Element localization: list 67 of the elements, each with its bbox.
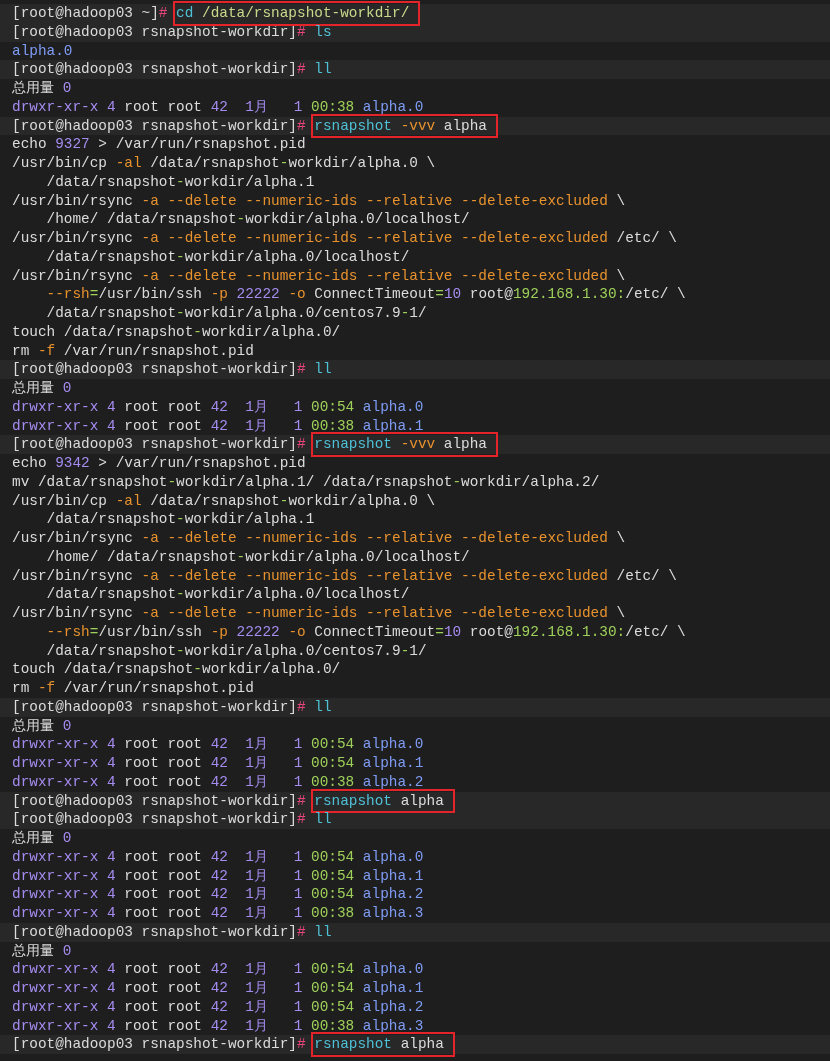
output-line: drwxr-xr-x 4 root root 42 1月 1 00:54 alpha.1 xyxy=(12,867,424,885)
prompt-text: [root@hadoop03 rsnapshot-workdir]# xyxy=(12,1035,306,1054)
output-line: drwxr-xr-x 4 root root 42 1月 1 00:38 alpha.0 xyxy=(12,98,424,117)
output-line: /data/rsnapshot-workdir/alpha.0/centos7.9-1/ xyxy=(45,304,427,323)
output-line: --rsh=/usr/bin/ssh -p 22222 -o ConnectTimeout=10 root@192.168.1.30:/etc/ \ xyxy=(45,285,686,304)
output-line: drwxr-xr-x 4 root root 42 1月 1 00:38 alpha.3 xyxy=(12,1017,424,1035)
output-line: drwxr-xr-x 4 root root 42 1月 1 00:54 alpha.2 xyxy=(12,885,424,904)
output-line: --rsh=/usr/bin/ssh -p 22222 -o ConnectTimeout=10 root@192.168.1.30:/etc/ \ xyxy=(45,623,686,642)
output-line: /usr/bin/rsync -a --delete --numeric-ids --relative --delete-excluded \ xyxy=(12,529,626,548)
output-line: /usr/bin/rsync -a --delete --numeric-ids --relative --delete-excluded /etc/ \ xyxy=(12,229,677,248)
output-line: 总用量 0 xyxy=(12,717,72,735)
output-line: /usr/bin/rsync -a --delete --numeric-ids --relative --delete-excluded \ xyxy=(12,604,626,623)
output-line: touch /data/rsnapshot-workdir/alpha.0/ xyxy=(12,323,341,342)
command-text: ll xyxy=(314,810,332,829)
prompt-text: [root@hadoop03 rsnapshot-workdir]# xyxy=(12,698,306,717)
command-text: rsnapshot alpha xyxy=(314,1035,452,1054)
prompt-text: [root@hadoop03 rsnapshot-workdir]# xyxy=(12,60,306,79)
command-text: rsnapshot -vvv alpha xyxy=(314,117,495,135)
output-line: alpha.0 xyxy=(12,42,73,60)
command-text: cd /data/rsnapshot-workdir/ xyxy=(176,4,418,23)
output-line: drwxr-xr-x 4 root root 42 1月 1 00:54 alpha.1 xyxy=(12,754,424,773)
output-line: /data/rsnapshot-workdir/alpha.0/localhost/ xyxy=(45,248,410,267)
output-line: touch /data/rsnapshot-workdir/alpha.0/ xyxy=(12,660,341,679)
command-text: rsnapshot alpha xyxy=(314,792,452,810)
output-line: /home/ /data/rsnapshot-workdir/alpha.0/localhost/ xyxy=(45,210,470,229)
output-line: /data/rsnapshot-workdir/alpha.0/centos7.9-1/ xyxy=(45,642,427,660)
output-line: drwxr-xr-x 4 root root 42 1月 1 00:54 alpha.0 xyxy=(12,398,424,417)
output-line: /usr/bin/rsync -a --delete --numeric-ids --relative --delete-excluded \ xyxy=(12,192,626,210)
output-line: /data/rsnapshot-workdir/alpha.1 xyxy=(45,173,315,192)
output-line: /data/rsnapshot-workdir/alpha.1 xyxy=(45,510,315,529)
prompt-text: [root@hadoop03 rsnapshot-workdir]# xyxy=(12,435,306,454)
output-line: drwxr-xr-x 4 root root 42 1月 1 00:54 alpha.2 xyxy=(12,998,424,1017)
output-line: drwxr-xr-x 4 root root 42 1月 1 00:54 alpha.1 xyxy=(12,979,424,998)
output-line: 总用量 0 xyxy=(12,79,72,98)
output-line: rm -f /var/run/rsnapshot.pid xyxy=(12,342,254,360)
output-line: drwxr-xr-x 4 root root 42 1月 1 00:54 alpha.0 xyxy=(12,735,424,754)
output-line: drwxr-xr-x 4 root root 42 1月 1 00:38 alpha.1 xyxy=(12,417,424,435)
output-line: drwxr-xr-x 4 root root 42 1月 1 00:54 alpha.0 xyxy=(12,960,424,979)
command-text: ll xyxy=(314,360,332,379)
output-line: drwxr-xr-x 4 root root 42 1月 1 00:38 alpha.3 xyxy=(12,904,424,923)
prompt-text: [root@hadoop03 rsnapshot-workdir]# xyxy=(12,923,306,942)
output-line: rm -f /var/run/rsnapshot.pid xyxy=(12,679,254,698)
output-line: /home/ /data/rsnapshot-workdir/alpha.0/localhost/ xyxy=(45,548,470,567)
output-line: /usr/bin/rsync -a --delete --numeric-ids --relative --delete-excluded /etc/ \ xyxy=(12,567,677,585)
prompt-text: [root@hadoop03 rsnapshot-workdir]# xyxy=(12,810,306,829)
prompt-text: [root@hadoop03 rsnapshot-workdir]# xyxy=(12,792,306,810)
command-text: rsnapshot -vvv alpha xyxy=(314,435,495,454)
prompt-text: [root@hadoop03 rsnapshot-workdir]# xyxy=(12,117,306,135)
command-text: ll xyxy=(314,923,332,942)
prompt-text: [root@hadoop03 rsnapshot-workdir]# xyxy=(12,360,306,379)
output-line: drwxr-xr-x 4 root root 42 1月 1 00:54 alpha.0 xyxy=(12,848,424,867)
output-line: 总用量 0 xyxy=(12,829,72,848)
output-line: 总用量 0 xyxy=(12,942,72,960)
command-text: ls xyxy=(314,23,332,42)
output-line: drwxr-xr-x 4 root root 42 1月 1 00:38 alpha.2 xyxy=(12,773,424,792)
command-text: ll xyxy=(314,60,332,79)
prompt-text: [root@hadoop03 ~]# xyxy=(12,4,168,23)
output-line: mv /data/rsnapshot-workdir/alpha.1/ /data/rsnapshot-workdir/alpha.2/ xyxy=(12,473,600,492)
output-line: 总用量 0 xyxy=(12,379,72,398)
prompt-text: [root@hadoop03 rsnapshot-workdir]# xyxy=(12,23,306,42)
output-line: echo 9327 > /var/run/rsnapshot.pid xyxy=(12,135,306,154)
output-line: /usr/bin/cp -al /data/rsnapshot-workdir/alpha.0 \ xyxy=(12,492,436,510)
output-line: /usr/bin/cp -al /data/rsnapshot-workdir/alpha.0 \ xyxy=(12,154,436,173)
output-line: echo 9342 > /var/run/rsnapshot.pid xyxy=(12,454,306,473)
command-text: ll xyxy=(314,698,332,717)
output-line: /usr/bin/rsync -a --delete --numeric-ids --relative --delete-excluded \ xyxy=(12,267,626,285)
output-line: /data/rsnapshot-workdir/alpha.0/localhost/ xyxy=(45,585,410,604)
